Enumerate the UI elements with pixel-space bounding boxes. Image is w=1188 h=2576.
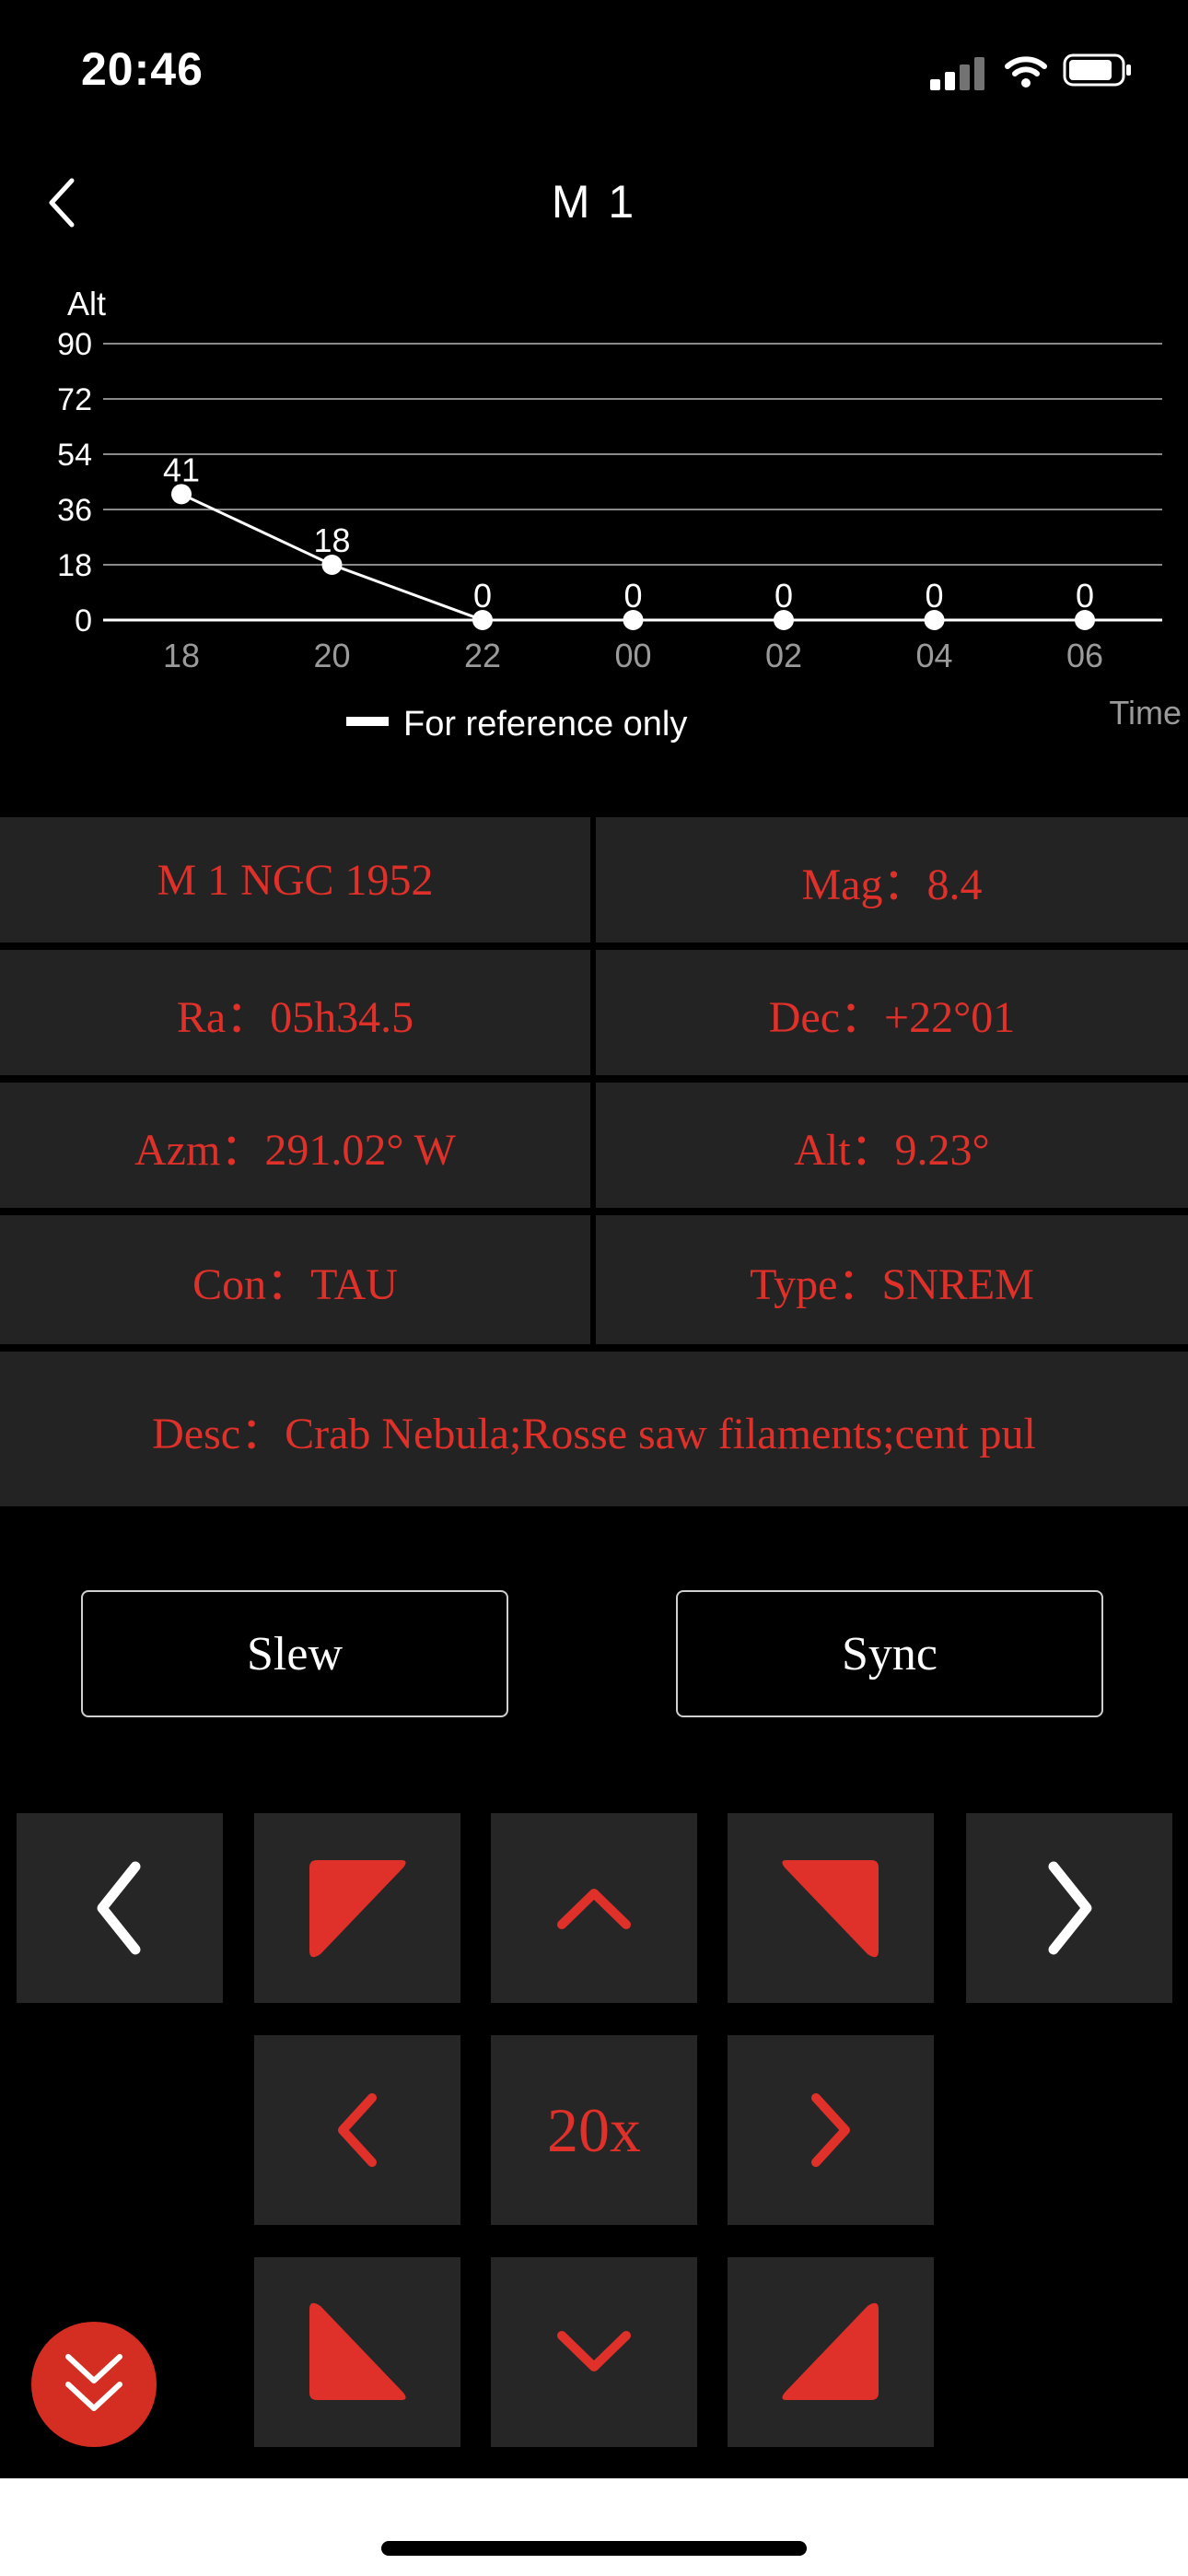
move-down-left-button[interactable] [254, 2257, 460, 2447]
arrow-up-right-icon [782, 1860, 879, 1958]
double-chevron-down-icon [65, 2354, 122, 2411]
move-left-button[interactable] [254, 2035, 460, 2225]
move-down-right-button[interactable] [728, 2257, 934, 2447]
arrow-down-right-icon [782, 2302, 879, 2400]
move-up-right-button[interactable] [728, 1813, 934, 2003]
rotate-left-button[interactable] [17, 1813, 223, 2003]
chevron-down-icon [557, 2331, 631, 2371]
y-tick-label: 18 [57, 548, 92, 583]
chevron-up-icon [557, 1889, 631, 1929]
x-tick-label: 06 [1066, 637, 1103, 674]
y-tick-labels: 90 72 54 36 18 0 [57, 327, 92, 638]
chevron-right-icon [811, 2093, 850, 2167]
battery-icon [1063, 53, 1131, 87]
move-down-button[interactable] [491, 2257, 697, 2447]
info-alt: Alt：9.23° [596, 1083, 1188, 1208]
home-indicator[interactable] [381, 2541, 807, 2556]
data-label: 18 [313, 521, 350, 559]
info-ra: Ra：05h34.5 [0, 950, 590, 1075]
x-tick-label: 02 [765, 637, 802, 674]
signal-icon [930, 57, 985, 90]
slew-button[interactable]: Slew [81, 1590, 508, 1717]
chart-legend: For reference only [346, 705, 687, 744]
altitude-points: 41 18 0 0 0 0 0 [163, 451, 1095, 630]
info-con: Con：TAU [0, 1215, 590, 1344]
y-tick-label: 72 [57, 382, 92, 417]
data-label: 0 [925, 577, 943, 615]
x-axis-label: Time [1109, 694, 1182, 732]
info-desc: Desc：Crab Nebula;Rosse saw filaments;cen… [0, 1352, 1188, 1506]
status-time: 20:46 [81, 43, 204, 95]
move-up-button[interactable] [491, 1813, 697, 2003]
data-label: 41 [163, 451, 200, 488]
info-mag: Mag：8.4 [596, 817, 1188, 943]
info-name: M 1 NGC 1952 [0, 817, 590, 943]
data-label: 0 [1076, 577, 1094, 615]
move-right-button[interactable] [728, 2035, 934, 2225]
x-tick-label: 22 [464, 637, 501, 674]
x-tick-label: 18 [163, 637, 200, 674]
home-indicator-area [0, 2478, 1188, 2576]
info-azm: Azm：291.02° W [0, 1083, 590, 1208]
x-tick-label: 00 [614, 637, 651, 674]
chevron-left-icon [338, 2093, 377, 2167]
x-tick-label: 04 [915, 637, 952, 674]
x-tick-labels: 18 20 22 00 02 04 06 [163, 637, 1103, 674]
arrow-down-left-icon [309, 2302, 406, 2400]
info-dec: Dec：+22°01 [596, 950, 1188, 1075]
info-type: Type：SNREM [596, 1215, 1188, 1344]
data-label: 0 [623, 577, 642, 615]
status-icons [912, 52, 1133, 90]
rotate-right-button[interactable] [966, 1813, 1172, 2003]
move-up-left-button[interactable] [254, 1813, 460, 2003]
y-tick-label: 36 [57, 493, 92, 528]
sync-button[interactable]: Sync [676, 1590, 1103, 1717]
data-label: 0 [775, 577, 793, 615]
y-axis-label: Alt [67, 285, 106, 322]
collapse-button[interactable] [31, 2322, 157, 2447]
chevron-left-icon [97, 1861, 141, 1955]
altitude-chart: Alt Time 90725436180 18 20 22 00 02 04 06 4118… [57, 285, 1182, 744]
speed-toggle-button[interactable]: 20x [491, 2035, 697, 2225]
data-label: 0 [473, 577, 492, 615]
x-tick-label: 20 [313, 637, 350, 674]
wifi-icon [1005, 56, 1047, 88]
arrow-up-left-icon [309, 1860, 406, 1958]
legend-swatch [346, 717, 389, 726]
y-tick-label: 0 [75, 603, 92, 638]
y-tick-label: 90 [57, 327, 92, 362]
y-tick-label: 54 [57, 438, 92, 473]
chevron-right-icon [1048, 1861, 1092, 1955]
page-title: M 1 [551, 176, 637, 228]
legend-label: For reference only [403, 705, 687, 744]
